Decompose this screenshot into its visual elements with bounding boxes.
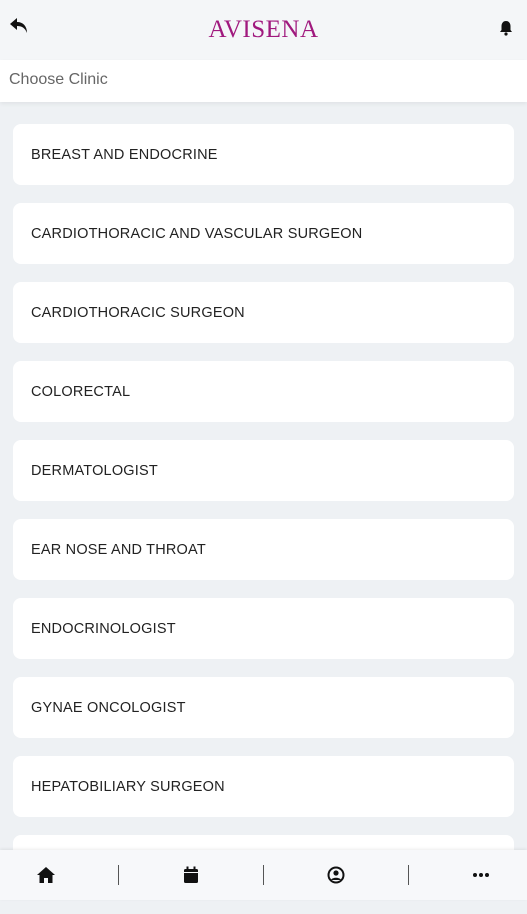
nav-profile[interactable] — [316, 860, 356, 890]
clinic-item[interactable]: CARDIOTHORACIC AND VASCULAR SURGEON — [13, 203, 514, 264]
clinic-list: BREAST AND ENDOCRINE CARDIOTHORACIC AND … — [13, 124, 514, 914]
home-icon — [37, 867, 55, 883]
clinic-label: BREAST AND ENDOCRINE — [31, 146, 218, 163]
brand-logo: AVISENA — [208, 16, 319, 43]
clinic-item[interactable]: CARDIOTHORACIC SURGEON — [13, 282, 514, 343]
top-bar: AVISENA — [0, 0, 527, 60]
clinic-label: CARDIOTHORACIC AND VASCULAR SURGEON — [31, 225, 363, 242]
nav-home[interactable] — [26, 860, 66, 890]
more-icon — [473, 873, 489, 877]
clinic-label: ENDOCRINOLOGIST — [31, 620, 176, 637]
bottom-nav — [0, 850, 527, 900]
profile-icon — [327, 866, 345, 884]
clinic-item[interactable]: ENDOCRINOLOGIST — [13, 598, 514, 659]
nav-divider — [408, 865, 409, 885]
notifications-button[interactable] — [497, 18, 515, 38]
clinic-item[interactable]: EAR NOSE AND THROAT — [13, 519, 514, 580]
nav-divider — [263, 865, 264, 885]
calendar-icon — [184, 866, 198, 883]
nav-more[interactable] — [461, 860, 501, 890]
bell-icon — [500, 21, 512, 36]
clinic-item[interactable]: BREAST AND ENDOCRINE — [13, 124, 514, 185]
clinic-label: HEPATOBILIARY SURGEON — [31, 778, 225, 795]
nav-divider — [118, 865, 119, 885]
section-title: Choose Clinic — [9, 71, 108, 88]
section-header: Choose Clinic — [0, 60, 527, 102]
clinic-label: GYNAE ONCOLOGIST — [31, 699, 186, 716]
clinic-label: DERMATOLOGIST — [31, 462, 158, 479]
clinic-label: CARDIOTHORACIC SURGEON — [31, 304, 245, 321]
clinic-item[interactable]: GYNAE ONCOLOGIST — [13, 677, 514, 738]
clinic-item[interactable]: HEPATOBILIARY SURGEON — [13, 756, 514, 817]
clinic-item[interactable]: COLORECTAL — [13, 361, 514, 422]
clinic-label: COLORECTAL — [31, 383, 131, 400]
clinic-item[interactable]: DERMATOLOGIST — [13, 440, 514, 501]
nav-calendar[interactable] — [171, 860, 211, 890]
clinic-label: EAR NOSE AND THROAT — [31, 541, 206, 558]
